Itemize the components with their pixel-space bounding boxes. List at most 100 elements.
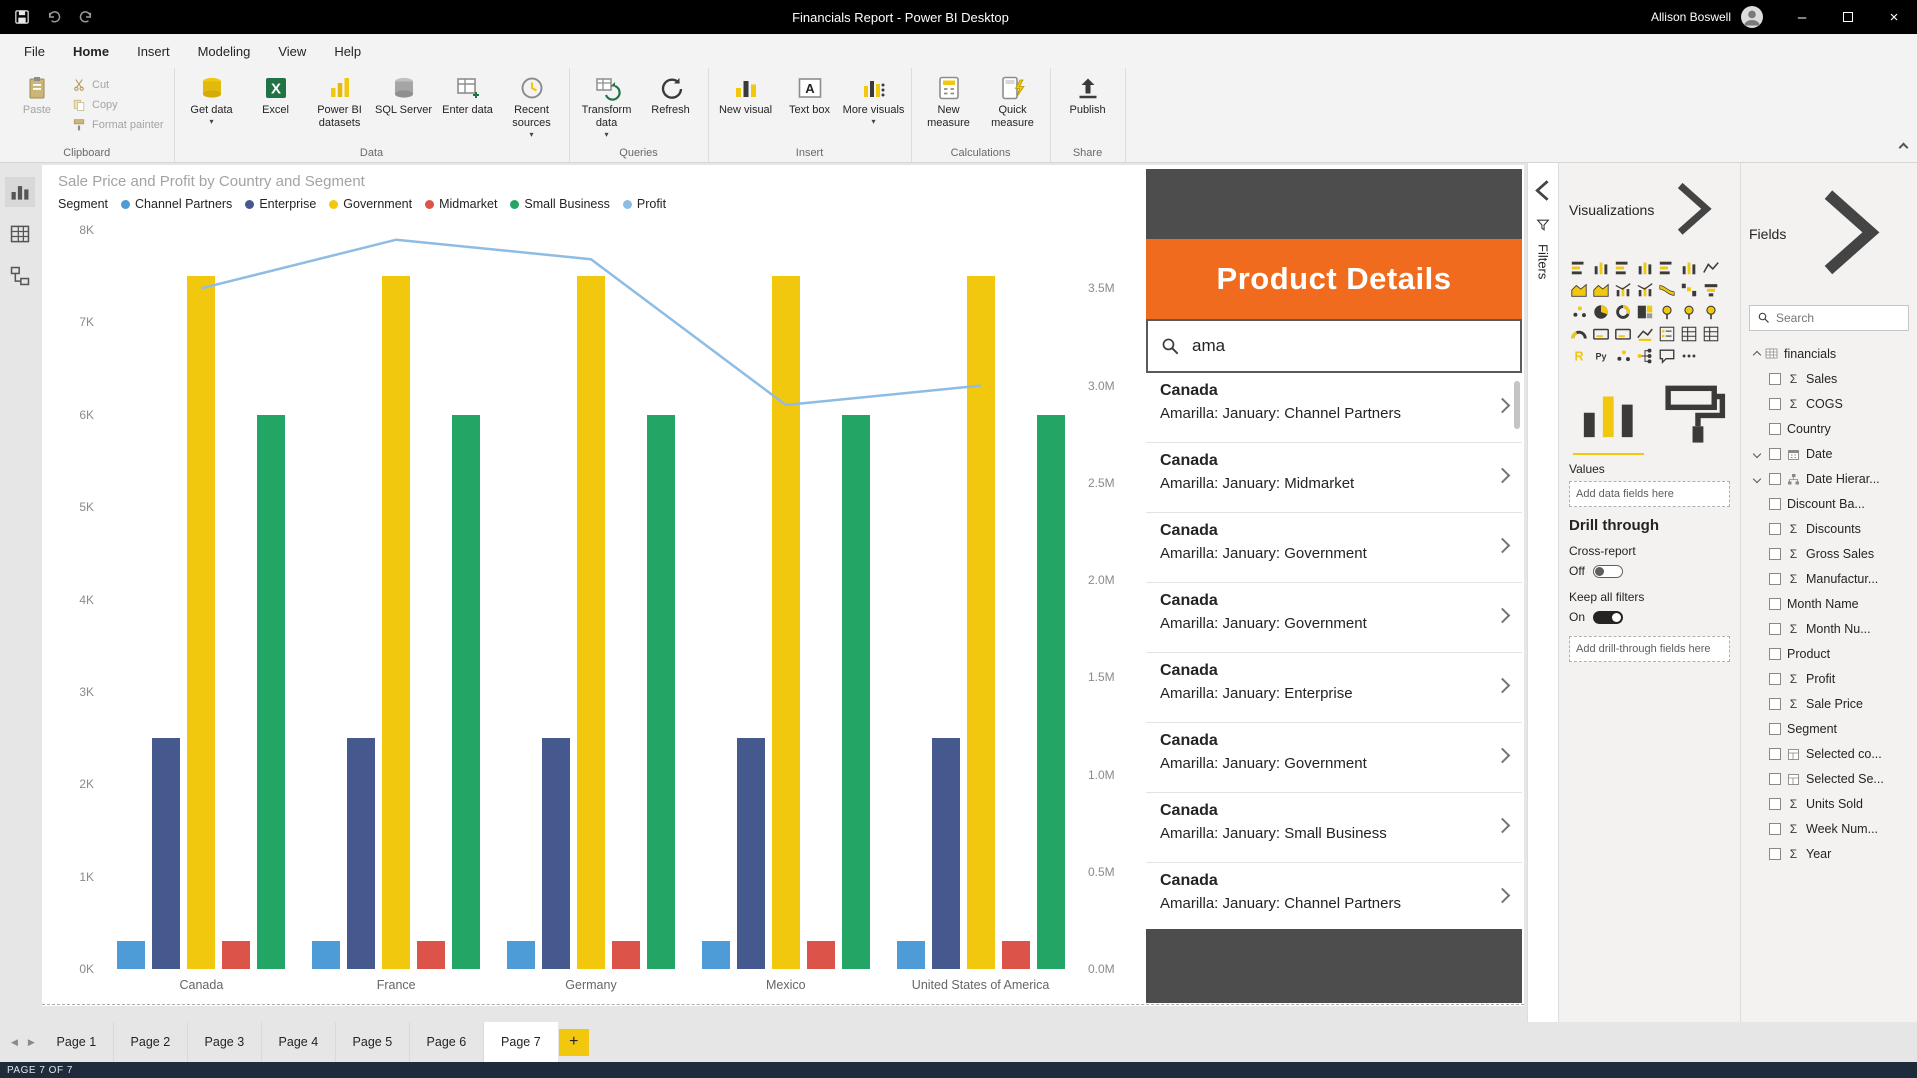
rail-item-report-view[interactable] [5,177,35,207]
product-list-item[interactable]: CanadaAmarilla: January: Small Business [1146,793,1522,863]
legend-item-profit[interactable]: Profit [623,197,666,211]
bar-channel-partners-france[interactable] [312,941,340,969]
field-item-date[interactable]: Date [1749,442,1909,467]
power-bi-datasets-button[interactable]: Power BI datasets [309,70,371,130]
viz-icon-python-visual[interactable]: Py [1591,346,1611,366]
rail-item-model-view[interactable] [5,261,35,291]
field-item-selected-co[interactable]: Selected co... [1749,742,1909,767]
viz-icon-shape-map[interactable] [1701,302,1721,322]
report-page[interactable]: Sale Price and Profit by Country and Seg… [42,165,1524,1006]
field-checkbox[interactable] [1769,698,1781,710]
page-tab-page-6[interactable]: Page 6 [410,1022,484,1062]
viz-icon-donut-chart[interactable] [1613,302,1633,322]
drill-through-field-well[interactable]: Add drill-through fields here [1569,636,1730,662]
viz-icon-scatter-chart[interactable] [1569,302,1589,322]
viz-icon-waterfall-chart[interactable] [1679,280,1699,300]
values-field-well[interactable]: Add data fields here [1569,481,1730,507]
field-item-selected-se[interactable]: Selected Se... [1749,767,1909,792]
page-tab-page-2[interactable]: Page 2 [114,1022,188,1062]
menu-tab-help[interactable]: Help [320,34,375,68]
field-checkbox[interactable] [1769,598,1781,610]
bar-small-business-united-states-of-america[interactable] [1037,415,1065,969]
field-item-month-nu[interactable]: ΣMonth Nu... [1749,617,1909,642]
bar-channel-partners-mexico[interactable] [702,941,730,969]
field-checkbox[interactable] [1769,748,1781,760]
field-checkbox[interactable] [1769,548,1781,560]
rail-item-data-view[interactable] [5,219,35,249]
quick-measure-button[interactable]: Quick measure [982,70,1044,130]
product-search-box[interactable]: ama [1146,319,1522,373]
bar-midmarket-mexico[interactable] [807,941,835,969]
field-checkbox[interactable] [1769,623,1781,635]
recent-sources-button[interactable]: Recent sources▾ [501,70,563,137]
bar-midmarket-united-states-of-america[interactable] [1002,941,1030,969]
page-tab-page-3[interactable]: Page 3 [188,1022,262,1062]
viz-icon-slicer[interactable] [1657,324,1677,344]
field-checkbox[interactable] [1769,523,1781,535]
viz-icon-clustered-bar-chart[interactable] [1613,258,1633,278]
field-item-cogs[interactable]: ΣCOGS [1749,392,1909,417]
field-item-date-hierar[interactable]: Date Hierar... [1749,467,1909,492]
bar-channel-partners-united-states-of-america[interactable] [897,941,925,969]
field-item-sale-price[interactable]: ΣSale Price [1749,692,1909,717]
bar-midmarket-germany[interactable] [612,941,640,969]
product-search-input[interactable]: ama [1192,336,1225,356]
field-checkbox[interactable] [1769,448,1781,460]
menu-tab-modeling[interactable]: Modeling [184,34,265,68]
field-item-discounts[interactable]: ΣDiscounts [1749,517,1909,542]
bar-small-business-canada[interactable] [257,415,285,969]
viz-icon-qa-visual[interactable] [1657,346,1677,366]
bar-channel-partners-canada[interactable] [117,941,145,969]
bar-government-mexico[interactable] [772,276,800,969]
viz-icon-stacked-area-chart[interactable] [1591,280,1611,300]
refresh-button[interactable]: Refresh [640,70,702,117]
new-measure-button[interactable]: New measure [918,70,980,130]
product-details-visual[interactable]: Product Details ama CanadaAmarilla: Janu… [1146,169,1522,1003]
product-list-item[interactable]: CanadaAmarilla: January: Government [1146,513,1522,583]
sql-server-button[interactable]: SQL Server [373,70,435,117]
page-tab-page-5[interactable]: Page 5 [336,1022,410,1062]
viz-icon-stacked-column-chart[interactable] [1591,258,1611,278]
field-item-manufactur[interactable]: ΣManufactur... [1749,567,1909,592]
field-checkbox[interactable] [1769,723,1781,735]
field-checkbox[interactable] [1769,423,1781,435]
field-item-month-name[interactable]: Month Name [1749,592,1909,617]
viz-icon-kpi[interactable] [1635,324,1655,344]
bar-government-germany[interactable] [577,276,605,969]
fields-search-input[interactable] [1776,311,1901,325]
prev-page-icon[interactable]: ◀ [6,1037,23,1048]
viz-icon-r-script-visual[interactable]: R [1569,346,1589,366]
legend-item-channel-partners[interactable]: Channel Partners [121,197,232,211]
collapse-fields-icon[interactable] [1786,171,1909,297]
chevron-down-icon[interactable] [1753,449,1761,457]
field-checkbox[interactable] [1769,798,1781,810]
bar-small-business-germany[interactable] [647,415,675,969]
tab-format[interactable] [1660,375,1731,456]
bar-enterprise-united-states-of-america[interactable] [932,738,960,969]
avatar[interactable] [1741,6,1763,28]
collapse-visualizations-icon[interactable] [1654,171,1730,250]
viz-icon-ribbon-chart[interactable] [1657,280,1677,300]
text-box-button[interactable]: AText box [779,70,841,117]
product-list-item[interactable]: CanadaAmarilla: January: Government [1146,723,1522,793]
field-checkbox[interactable] [1769,823,1781,835]
viz-icon-line-and-clustered-column-chart[interactable] [1635,280,1655,300]
legend-item-enterprise[interactable]: Enterprise [245,197,316,211]
field-checkbox[interactable] [1769,498,1781,510]
product-list-item[interactable]: CanadaAmarilla: January: Government [1146,583,1522,653]
viz-icon-decomposition-tree[interactable] [1635,346,1655,366]
field-checkbox[interactable] [1769,573,1781,585]
viz-icon-pie-chart[interactable] [1591,302,1611,322]
keep-filters-toggle[interactable] [1593,611,1623,624]
bar-small-business-mexico[interactable] [842,415,870,969]
legend-item-government[interactable]: Government [329,197,412,211]
field-item-discount-ba[interactable]: Discount Ba... [1749,492,1909,517]
new-page-button[interactable]: + [559,1029,589,1056]
field-item-country[interactable]: Country [1749,417,1909,442]
page-tab-page-4[interactable]: Page 4 [262,1022,336,1062]
chevron-down-icon[interactable] [1753,474,1761,482]
cross-report-toggle[interactable] [1593,565,1623,578]
viz-icon-100-stacked-column-chart[interactable] [1679,258,1699,278]
bar-midmarket-canada[interactable] [222,941,250,969]
filters-collapsed-pane[interactable]: Filters [1527,163,1559,1022]
